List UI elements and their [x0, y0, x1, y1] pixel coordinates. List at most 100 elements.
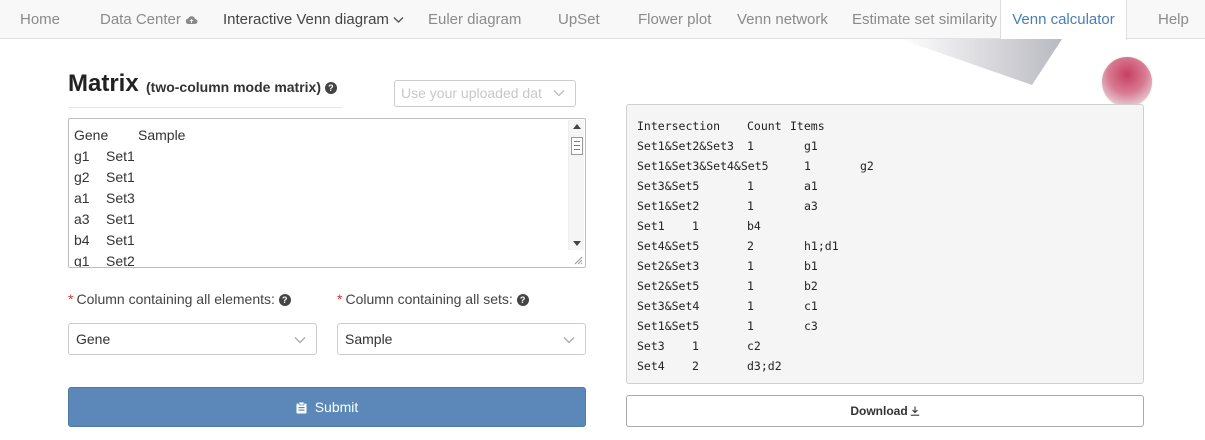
result-cell: Set1	[637, 219, 665, 233]
result-cell: Set3&Set5	[637, 179, 700, 193]
nav-home-label: Home	[20, 11, 61, 28]
submit-label: Submit	[314, 399, 359, 415]
matrix-cell: g1	[74, 253, 90, 268]
matrix-header-sample: Sample	[138, 127, 186, 143]
result-cell: Set4&Set5	[637, 239, 700, 253]
required-mark: *	[337, 291, 343, 307]
result-cell: Set3&Set4	[637, 299, 700, 313]
matrix-cell: Set2	[106, 253, 135, 268]
download-button[interactable]: Download	[626, 395, 1144, 427]
download-label: Download	[850, 404, 908, 418]
matrix-cell: a3	[74, 211, 90, 227]
page-title: Matrix	[68, 70, 139, 97]
result-cell: c2	[747, 339, 761, 353]
avatar[interactable]	[1102, 57, 1152, 107]
sets-column-label: * Column containing all sets: ?	[337, 291, 529, 307]
chevron-down-icon	[563, 337, 575, 344]
matrix-textarea[interactable]: Gene Sample g1 Set1 g2 Set1 a1 Set3 a3 Set1 b…	[68, 118, 586, 268]
nav-flower-plot-label: Flower plot	[638, 11, 712, 28]
matrix-row: a1 Set3	[74, 188, 185, 209]
result-cell: h1;d1	[804, 239, 839, 253]
matrix-cell: Set3	[106, 190, 135, 206]
nav-interactive-venn[interactable]: Interactive Venn diagram	[223, 0, 404, 39]
nav-euler-label: Euler diagram	[428, 11, 522, 28]
matrix-row: g2 Set1	[74, 167, 185, 188]
nav-venn-network[interactable]: Venn network	[737, 0, 828, 39]
matrix-header-gene: Gene	[74, 127, 109, 143]
page-subtitle: (two-column mode matrix) ?	[146, 79, 337, 95]
scroll-down-arrow-icon[interactable]	[573, 241, 581, 246]
result-cell: 1	[747, 259, 754, 273]
result-cell: Set1&Set2&Set3	[637, 139, 734, 153]
subtitle-text: (two-column mode matrix)	[146, 79, 322, 95]
nav-flower-plot[interactable]: Flower plot	[638, 0, 711, 39]
scroll-thumb[interactable]	[571, 137, 583, 155]
nav-venn-network-label: Venn network	[737, 11, 828, 28]
matrix-row: g1 Set2	[74, 251, 185, 268]
matrix-cell: g1	[74, 148, 90, 164]
nav-estimate-similarity[interactable]: Estimate set similarity	[852, 0, 997, 39]
uploaded-data-select[interactable]: Use your uploaded dat	[394, 80, 576, 107]
nav-euler[interactable]: Euler diagram	[428, 0, 521, 39]
matrix-row: g1 Set1	[74, 146, 185, 167]
result-cell: Set1&Set5	[637, 319, 700, 333]
result-cell: Set1&Set3&Set4&Set5	[637, 159, 769, 173]
title-divider	[68, 107, 342, 108]
sets-select-value: Sample	[345, 331, 393, 347]
matrix-cell: Set1	[106, 232, 135, 248]
result-output: Intersection Count Items Set1&Set2&Set3 1…	[626, 104, 1144, 384]
result-header-items: Items	[790, 119, 825, 133]
matrix-cell: b4	[74, 232, 90, 248]
result-cell: Set3	[637, 339, 665, 353]
result-cell: 1	[747, 299, 754, 313]
result-cell: c3	[804, 319, 818, 333]
top-nav: Home Data Center Interactive Venn diagra…	[0, 0, 1205, 40]
result-cell: 1	[747, 199, 754, 213]
matrix-cell: Set1	[106, 148, 135, 164]
nav-data-center[interactable]: Data Center	[100, 0, 198, 39]
matrix-cell: a1	[74, 190, 90, 206]
sets-column-select[interactable]: Sample	[337, 323, 586, 355]
elements-label-text: Column containing all elements:	[76, 291, 275, 307]
nav-home[interactable]: Home	[20, 0, 60, 39]
nav-venn-calculator[interactable]: Venn calculator	[1000, 0, 1127, 40]
nav-data-center-label: Data Center	[100, 11, 181, 28]
download-icon	[910, 406, 919, 416]
result-cell: b4	[747, 219, 761, 233]
matrix-cell: Set1	[106, 169, 135, 185]
result-cell: 1	[747, 279, 754, 293]
result-cell: 1	[692, 339, 699, 353]
question-circle-icon[interactable]: ?	[324, 82, 337, 95]
required-mark: *	[68, 291, 74, 307]
result-cell: d3;d2	[747, 359, 782, 373]
matrix-scrollbar[interactable]	[568, 120, 584, 250]
result-cell: 1	[747, 179, 754, 193]
nav-interactive-venn-label: Interactive Venn diagram	[223, 11, 389, 28]
result-cell: 2	[692, 359, 699, 373]
result-cell: c1	[804, 299, 818, 313]
chevron-down-icon	[393, 17, 404, 24]
question-circle-icon[interactable]: ?	[278, 294, 291, 307]
scroll-up-arrow-icon[interactable]	[573, 124, 581, 129]
result-cell: a3	[804, 199, 818, 213]
result-cell: Set4	[637, 359, 665, 373]
result-cell: b1	[804, 259, 818, 273]
cloud-upload-icon	[185, 16, 198, 25]
nav-help[interactable]: Help	[1158, 0, 1189, 39]
result-cell: Set2&Set3	[637, 259, 700, 273]
nav-upset[interactable]: UpSet	[558, 0, 600, 39]
matrix-header-row: Gene Sample	[74, 125, 185, 146]
submit-button[interactable]: Submit	[68, 387, 586, 427]
resize-grip-icon[interactable]	[574, 256, 583, 265]
sets-label-text: Column containing all sets:	[345, 291, 513, 307]
matrix-cell: g2	[74, 169, 90, 185]
chevron-down-icon	[294, 337, 306, 344]
uploaded-data-placeholder: Use your uploaded dat	[401, 85, 542, 101]
matrix-cell: Set1	[106, 211, 135, 227]
decorative-wedge	[900, 39, 1062, 85]
result-cell: Set2&Set5	[637, 279, 700, 293]
elements-column-select[interactable]: Gene	[68, 323, 317, 355]
result-cell: 1	[692, 219, 699, 233]
question-circle-icon[interactable]: ?	[516, 294, 529, 307]
result-header-intersection: Intersection	[637, 119, 721, 133]
